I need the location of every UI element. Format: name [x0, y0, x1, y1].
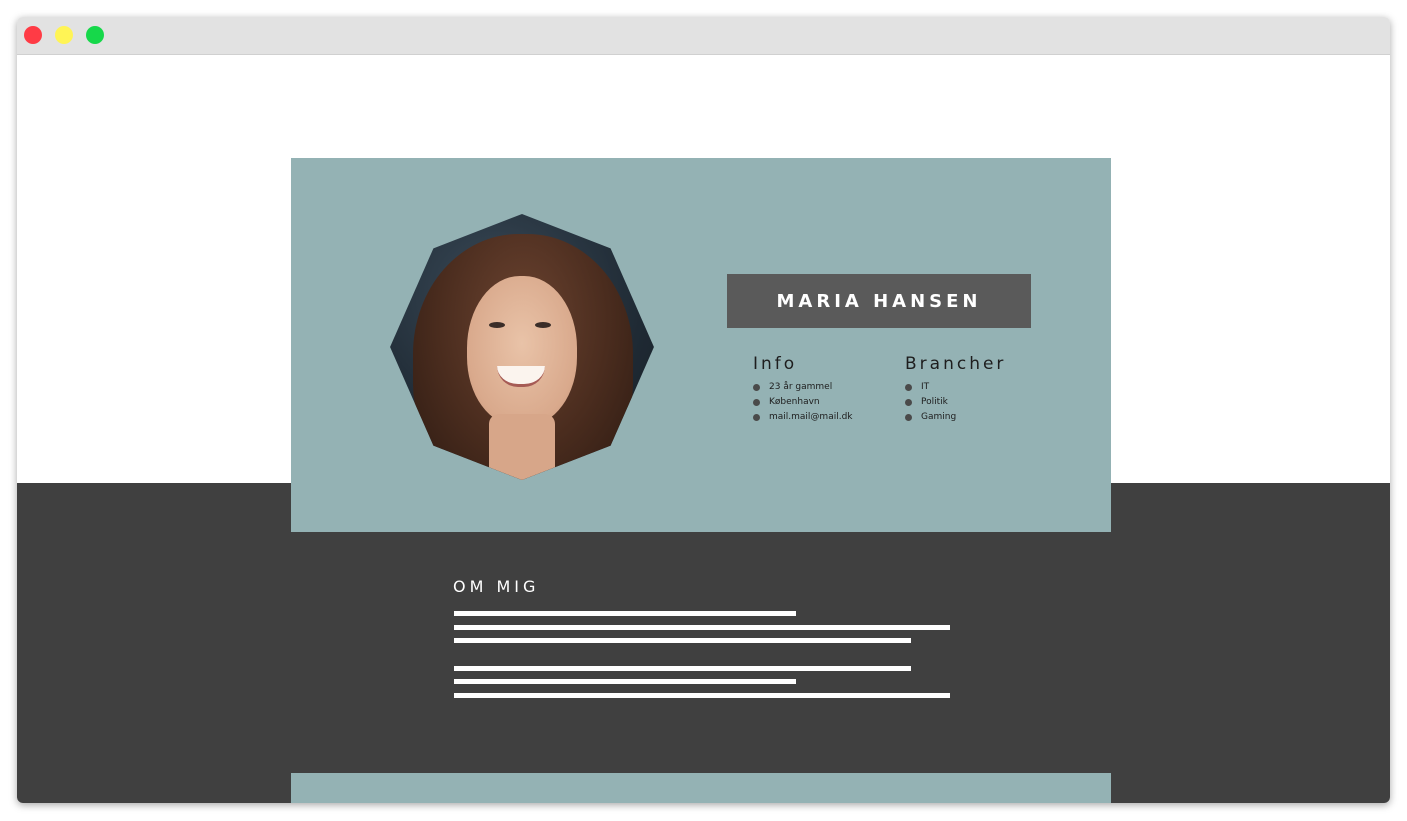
brancher-item: Politik	[905, 395, 1006, 410]
footer-strip	[291, 773, 1111, 803]
bullet-icon	[753, 384, 760, 391]
name-banner: MARIA HANSEN	[727, 274, 1031, 328]
bullet-icon	[753, 399, 760, 406]
about-heading: OM MIG	[453, 577, 540, 596]
placeholder-text-line	[454, 625, 950, 630]
placeholder-text-line	[454, 611, 796, 616]
bullet-icon	[905, 414, 912, 421]
minimize-window-button[interactable]	[55, 26, 73, 44]
brancher-section: Brancher IT Politik Gaming	[905, 354, 1006, 425]
close-window-button[interactable]	[24, 26, 42, 44]
browser-window: MARIA HANSEN Info 23 år gammel København…	[17, 17, 1390, 803]
placeholder-text-line	[454, 679, 796, 684]
info-email[interactable]: mail.mail@mail.dk	[753, 410, 853, 425]
bullet-icon	[753, 414, 760, 421]
profile-photo	[390, 214, 654, 480]
info-heading: Info	[753, 354, 798, 374]
page-viewport: MARIA HANSEN Info 23 år gammel København…	[17, 55, 1390, 803]
brancher-heading: Brancher	[905, 354, 1007, 374]
bullet-icon	[905, 384, 912, 391]
placeholder-text-line	[454, 693, 950, 698]
info-item: København	[753, 395, 853, 410]
info-section: Info 23 år gammel København mail.mail@ma…	[753, 354, 853, 425]
placeholder-text-line	[454, 638, 911, 643]
info-item: 23 år gammel	[753, 380, 853, 395]
brancher-item: IT	[905, 380, 1006, 395]
brancher-item: Gaming	[905, 410, 1006, 425]
profile-hero: MARIA HANSEN Info 23 år gammel København…	[291, 158, 1111, 532]
title-bar	[17, 17, 1390, 55]
maximize-window-button[interactable]	[86, 26, 104, 44]
placeholder-text-line	[454, 666, 911, 671]
bullet-icon	[905, 399, 912, 406]
profile-name: MARIA HANSEN	[776, 290, 982, 312]
